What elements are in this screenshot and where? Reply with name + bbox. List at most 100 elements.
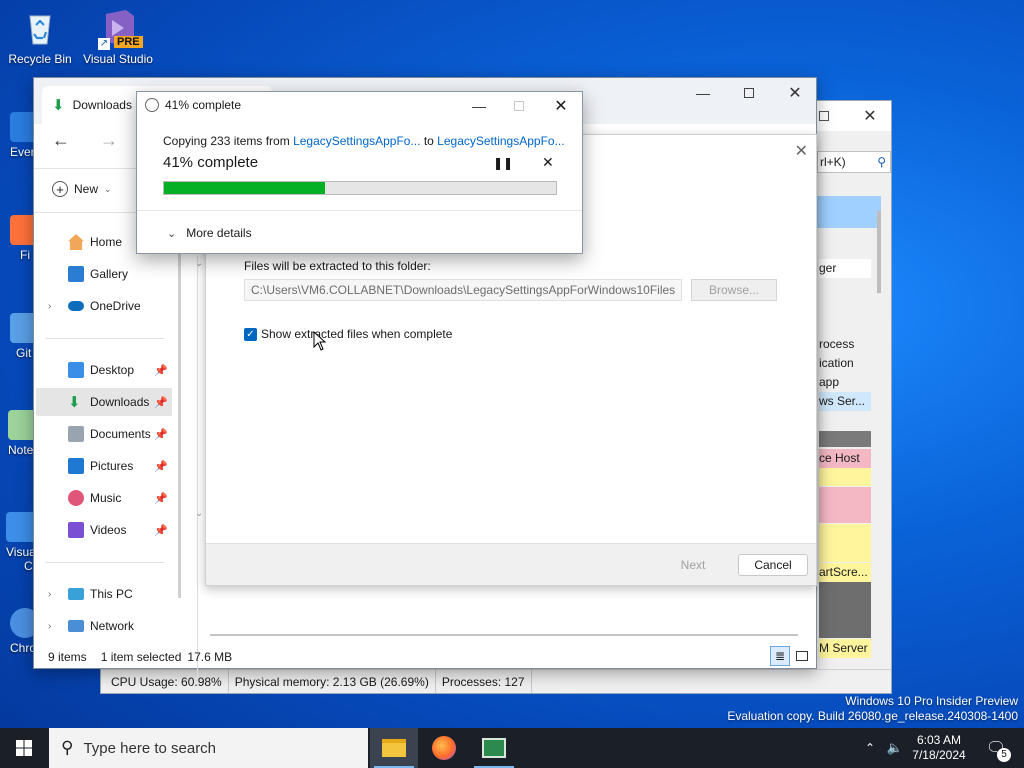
nav-item-onedrive[interactable]: › OneDrive bbox=[36, 292, 172, 320]
minimize-button[interactable]: — bbox=[680, 78, 726, 108]
notification-center-button[interactable]: 🗨 5 bbox=[976, 728, 1016, 768]
nav-item-downloads[interactable]: ⬇ Downloads 📌 bbox=[36, 388, 172, 416]
documents-icon bbox=[68, 426, 84, 442]
tiles-view-button[interactable] bbox=[792, 646, 812, 666]
progress-status: 41% complete bbox=[163, 154, 259, 171]
show-hidden-icons-button[interactable]: ⌃ bbox=[858, 728, 882, 768]
task-manager-search-box[interactable]: rl+K) ⚲ bbox=[817, 151, 891, 173]
progress-titlebar: 41% complete bbox=[145, 98, 241, 112]
desktop-folder-icon bbox=[68, 362, 84, 378]
process-row[interactable]: rocess bbox=[819, 335, 871, 354]
close-icon: ✕ bbox=[863, 108, 877, 125]
nav-item-pictures[interactable]: Pictures 📌 bbox=[36, 452, 172, 480]
close-icon: ✕ bbox=[542, 154, 554, 170]
taskbar-firefox[interactable] bbox=[420, 728, 468, 768]
nav-item-gallery[interactable]: Gallery bbox=[36, 260, 172, 288]
task-manager-icon bbox=[482, 738, 506, 758]
nav-item-desktop[interactable]: Desktop 📌 bbox=[36, 356, 172, 384]
progress-close-button[interactable]: ✕ bbox=[541, 94, 581, 118]
task-manager-scrollbar[interactable] bbox=[877, 211, 881, 293]
desktop-icon-recycle-bin[interactable]: Recycle Bin bbox=[2, 8, 78, 66]
horizontal-scrollbar[interactable] bbox=[210, 634, 798, 636]
forward-button[interactable]: → bbox=[100, 130, 118, 151]
details-view-button[interactable]: ≣ bbox=[770, 646, 790, 666]
nav-item-network[interactable]: › Network bbox=[36, 612, 172, 640]
wizard-close-button[interactable]: ✕ bbox=[795, 141, 808, 161]
collapse-chevron-icon: ⌄ bbox=[195, 508, 204, 519]
next-button[interactable]: Next bbox=[660, 554, 726, 576]
chevron-right-icon[interactable]: › bbox=[48, 301, 51, 312]
process-row[interactable]: ication bbox=[819, 354, 871, 373]
clock[interactable]: 6:03 AM 7/18/2024 bbox=[906, 733, 972, 763]
checkbox-checked-icon[interactable]: ✓ bbox=[244, 327, 257, 341]
process-row-heat bbox=[819, 431, 871, 447]
notification-count-badge: 5 bbox=[997, 748, 1011, 762]
pin-icon[interactable]: 📌 bbox=[154, 364, 168, 377]
close-button[interactable]: ✕ bbox=[772, 78, 818, 108]
start-button[interactable] bbox=[0, 728, 48, 768]
desktop-icon-partial[interactable]: Visua C bbox=[6, 512, 36, 573]
pictures-icon bbox=[68, 458, 84, 474]
back-button[interactable]: ← bbox=[52, 130, 70, 151]
maximize-icon bbox=[819, 111, 829, 121]
task-manager-close-button[interactable]: ✕ bbox=[847, 101, 893, 131]
home-icon bbox=[68, 234, 84, 250]
process-count: Processes: 127 bbox=[436, 670, 532, 693]
maximize-icon bbox=[514, 101, 524, 111]
destination-folder-field[interactable]: C:\Users\VM6.COLLABNET\Downloads\LegacyS… bbox=[244, 279, 682, 301]
progress-maximize-button[interactable] bbox=[499, 94, 539, 118]
nav-item-this-pc[interactable]: › This PC bbox=[36, 580, 172, 608]
close-icon: ✕ bbox=[554, 98, 568, 115]
new-button[interactable]: + New ⌄ bbox=[52, 181, 112, 197]
collapse-chevron-icon: ⌄ bbox=[195, 258, 204, 269]
process-row[interactable]: M Server bbox=[819, 639, 871, 658]
pin-icon[interactable]: 📌 bbox=[154, 428, 168, 441]
process-row[interactable]: ce Host bbox=[819, 449, 871, 468]
cancel-button[interactable]: Cancel bbox=[738, 554, 808, 576]
maximize-button[interactable] bbox=[726, 78, 772, 108]
cancel-copy-button[interactable]: ✕ bbox=[542, 154, 554, 171]
progress-minimize-button[interactable]: — bbox=[459, 94, 499, 118]
chevron-right-icon[interactable]: › bbox=[48, 589, 51, 600]
volume-button[interactable]: 🔈 bbox=[882, 728, 908, 768]
process-row[interactable]: ger bbox=[819, 259, 871, 278]
gallery-icon bbox=[68, 266, 84, 282]
process-row-selected[interactable] bbox=[817, 196, 881, 228]
taskbar-file-explorer[interactable] bbox=[370, 728, 418, 768]
progress-bar-fill bbox=[164, 182, 325, 194]
process-row-heat bbox=[819, 468, 871, 486]
visual-studio-code-shortcut-icon bbox=[6, 512, 36, 542]
nav-item-videos[interactable]: Videos 📌 bbox=[36, 516, 172, 544]
pin-icon[interactable]: 📌 bbox=[154, 396, 168, 409]
pin-icon[interactable]: 📌 bbox=[154, 492, 168, 505]
minimize-icon: — bbox=[472, 98, 486, 114]
pin-icon[interactable]: 📌 bbox=[154, 524, 168, 537]
show-extracted-files-checkbox[interactable]: ✓ Show extracted files when complete bbox=[244, 327, 452, 341]
copy-progress-dialog[interactable]: 41% complete — ✕ Copying 233 items from … bbox=[136, 91, 583, 254]
source-link[interactable]: LegacySettingsAppFo... bbox=[293, 134, 420, 148]
pin-icon[interactable]: 📌 bbox=[154, 460, 168, 473]
cpu-usage: CPU Usage: 60.98% bbox=[101, 670, 229, 693]
more-details-button[interactable]: ⌄ More details bbox=[167, 226, 252, 240]
process-row[interactable]: artScre... bbox=[819, 563, 871, 582]
minimize-icon: — bbox=[696, 85, 710, 101]
taskbar-search-box[interactable]: ⚲ Type here to search bbox=[49, 728, 368, 768]
nav-pane-scrollbar[interactable] bbox=[178, 218, 181, 598]
divider bbox=[46, 562, 164, 563]
destination-link[interactable]: LegacySettingsAppFo... bbox=[437, 134, 564, 148]
nav-item-documents[interactable]: Documents 📌 bbox=[36, 420, 172, 448]
progress-bar bbox=[163, 181, 557, 195]
nav-item-music[interactable]: Music 📌 bbox=[36, 484, 172, 512]
chevron-right-icon[interactable]: › bbox=[48, 621, 51, 632]
desktop-icon-visual-studio[interactable]: PRE ↗ Visual Studio bbox=[80, 8, 156, 66]
windows-logo-icon bbox=[16, 740, 32, 756]
process-row[interactable]: ws Ser... bbox=[819, 392, 871, 411]
pause-button[interactable]: ❚❚ bbox=[493, 156, 513, 170]
pre-badge: PRE bbox=[114, 36, 143, 48]
browse-button[interactable]: Browse... bbox=[691, 279, 777, 301]
shortcut-arrow-icon: ↗ bbox=[98, 38, 110, 50]
process-row[interactable]: app bbox=[819, 373, 871, 392]
videos-icon bbox=[68, 522, 84, 538]
wizard-footer: Next Cancel bbox=[206, 543, 816, 585]
taskbar-task-manager[interactable] bbox=[470, 728, 518, 768]
